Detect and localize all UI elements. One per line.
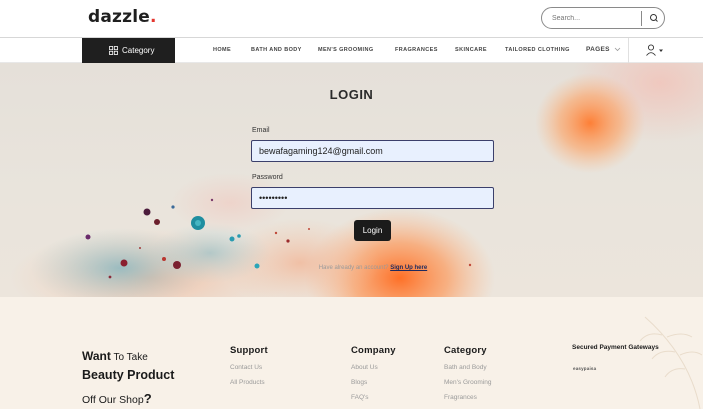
promo-line3-text: Off Our Shop	[82, 394, 144, 406]
brand-dot: .	[150, 7, 157, 27]
easypaisa-logo: easypaisa	[573, 366, 597, 371]
footer-support-title: Support	[230, 345, 268, 356]
promo-line1-rest: To Take	[110, 352, 148, 363]
nav-skincare[interactable]: SKINCARE	[455, 47, 487, 53]
email-label: Email	[252, 127, 270, 134]
category-button[interactable]: Category	[82, 38, 175, 63]
login-title: LOGIN	[329, 87, 374, 102]
site-footer: Want To Take Beauty Product Off Our Shop…	[0, 297, 703, 409]
email-field[interactable]	[251, 140, 494, 162]
promo-line-3: Off Our Shop?	[82, 390, 152, 408]
footer-category-title: Category	[444, 345, 487, 356]
nav-home[interactable]: HOME	[213, 47, 231, 53]
login-button[interactable]: Login	[354, 220, 391, 241]
grid-icon	[109, 46, 118, 55]
password-label: Password	[252, 174, 283, 181]
promo-line-2: Beauty Product	[82, 368, 175, 382]
footer-link-about-us[interactable]: About Us	[351, 364, 378, 371]
nav-tailored-clothing[interactable]: TAILORED CLOTHING	[505, 47, 570, 53]
user-icon[interactable]	[645, 43, 667, 58]
footer-link-bath-and-body[interactable]: Bath and Body	[444, 364, 487, 371]
footer-company-title: Company	[351, 345, 396, 356]
chevron-down-icon	[614, 47, 621, 51]
nav-mens-grooming[interactable]: MEN'S GROOMING	[318, 47, 374, 53]
nav-bath-and-body[interactable]: BATH AND BODY	[251, 47, 302, 53]
nav-fragrances[interactable]: FRAGRANCES	[395, 47, 438, 53]
nav-pages-label: PAGES	[586, 46, 610, 53]
signup-link[interactable]: Sign Up here	[390, 265, 427, 271]
footer-link-mens-grooming[interactable]: Men's Grooming	[444, 379, 491, 386]
signup-prompt-text: Have already an account?	[318, 265, 391, 271]
footer-link-blogs[interactable]: Blogs	[351, 379, 367, 386]
footer-link-contact-us[interactable]: Contact Us	[230, 364, 262, 371]
promo-line-1: Want To Take	[82, 347, 148, 365]
site-header: dazzle.	[0, 0, 703, 38]
nav-divider	[628, 38, 629, 63]
caret-down-icon	[659, 49, 663, 52]
search-box	[541, 7, 665, 29]
login-hero: LOGIN Email Password Login Have already …	[0, 63, 703, 297]
main-nav: Category HOME BATH AND BODY MEN'S GROOMI…	[0, 38, 703, 63]
category-label: Category	[122, 46, 155, 55]
search-divider	[641, 11, 642, 26]
nav-pages[interactable]: PAGES	[586, 46, 621, 53]
footer-link-faqs[interactable]: FAQ's	[351, 394, 369, 401]
secured-payment-title: Secured Payment Gateways	[572, 344, 659, 351]
password-field[interactable]	[251, 187, 494, 209]
footer-link-all-products[interactable]: All Products	[230, 379, 265, 386]
promo-question: ?	[143, 391, 152, 406]
search-input[interactable]	[552, 11, 638, 26]
footer-link-fragrances[interactable]: Fragrances	[444, 394, 477, 401]
signup-prompt: Have already an account? Sign Up here	[0, 265, 703, 271]
promo-want: Want	[82, 349, 111, 363]
search-icon[interactable]	[646, 10, 662, 26]
brand-logo[interactable]: dazzle.	[88, 7, 157, 27]
brand-name: dazzle	[88, 7, 150, 27]
